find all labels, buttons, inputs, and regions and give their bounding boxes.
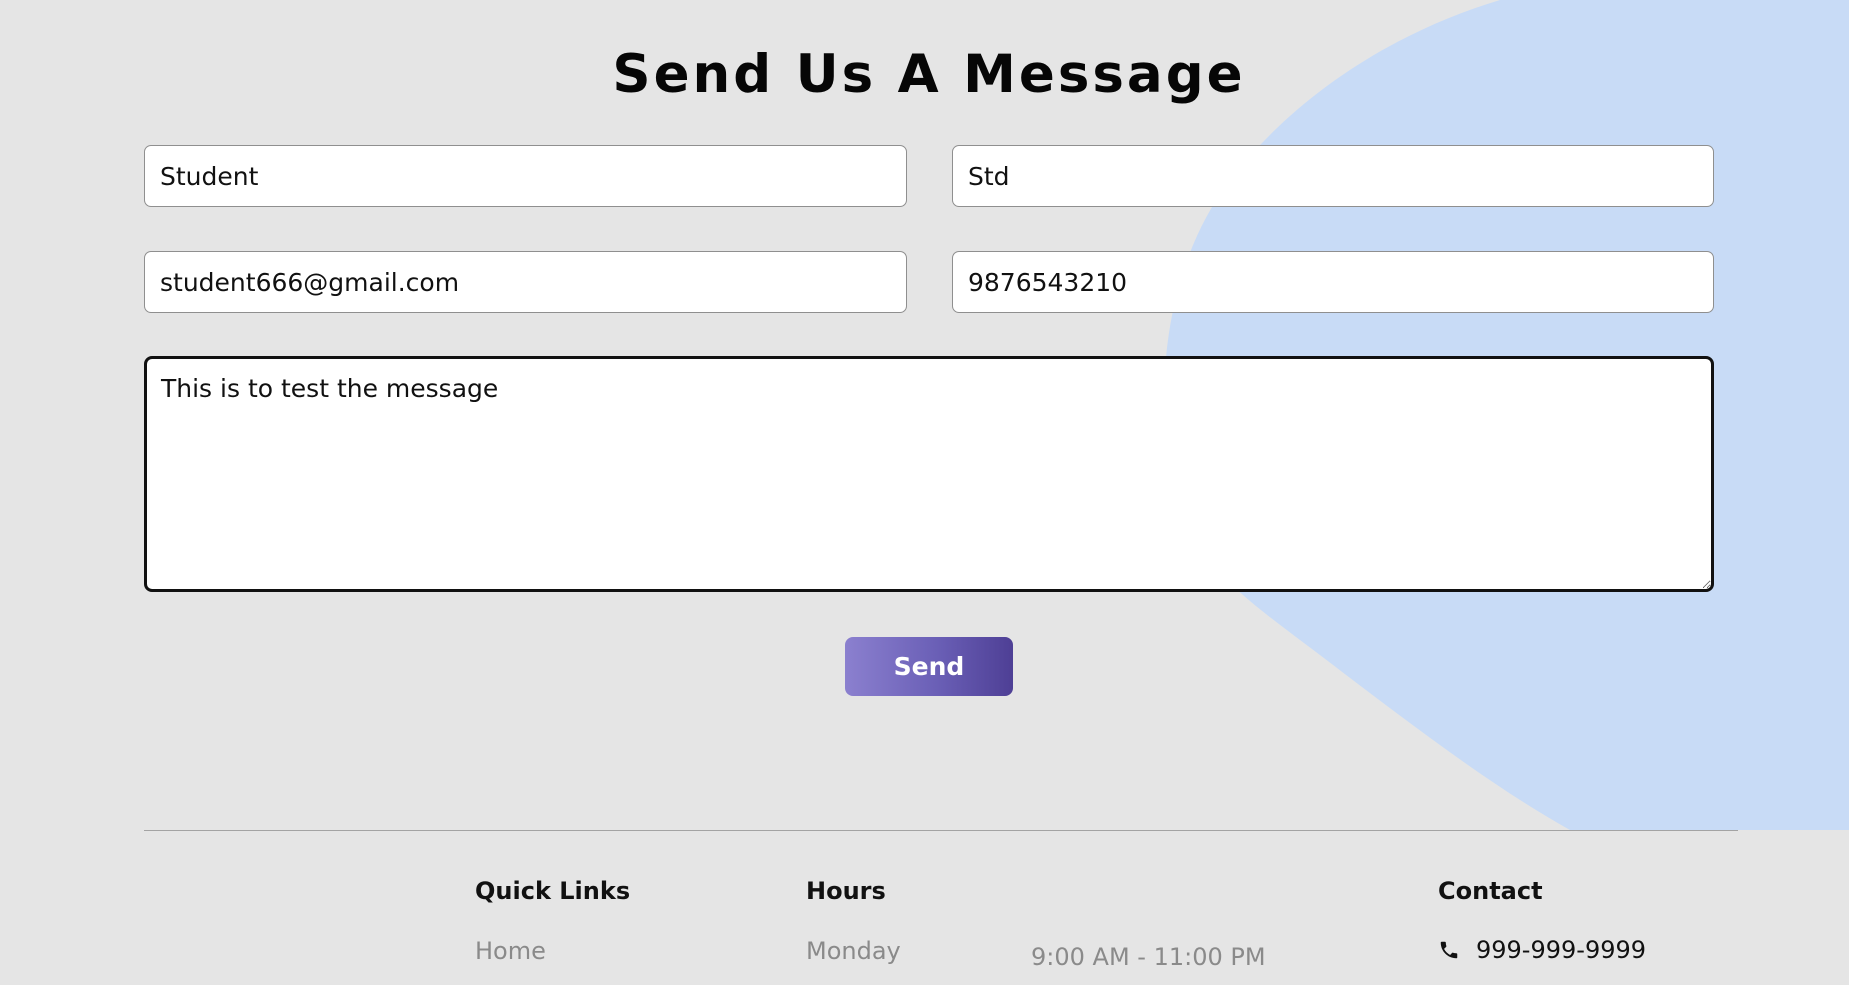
contact-heading: Contact <box>1438 877 1543 905</box>
last-name-field[interactable] <box>952 145 1714 207</box>
phone-field[interactable] <box>952 251 1714 313</box>
hours-day-monday: Monday <box>806 937 901 965</box>
hours-time-monday: 9:00 AM - 11:00 PM <box>1031 943 1266 971</box>
phone-icon <box>1440 941 1458 959</box>
message-field[interactable]: This is to test the message <box>144 356 1714 592</box>
send-button[interactable]: Send <box>845 637 1013 696</box>
quick-link-home[interactable]: Home <box>475 937 546 965</box>
email-field[interactable] <box>144 251 907 313</box>
footer-divider <box>144 830 1738 831</box>
contact-phone[interactable]: 999-999-9999 <box>1438 936 1646 964</box>
quick-links-heading: Quick Links <box>475 877 631 905</box>
first-name-field[interactable] <box>144 145 907 207</box>
page-title: Send Us A Message <box>612 44 1246 105</box>
contact-phone-number: 999-999-9999 <box>1476 936 1647 964</box>
hours-heading: Hours <box>806 877 886 905</box>
